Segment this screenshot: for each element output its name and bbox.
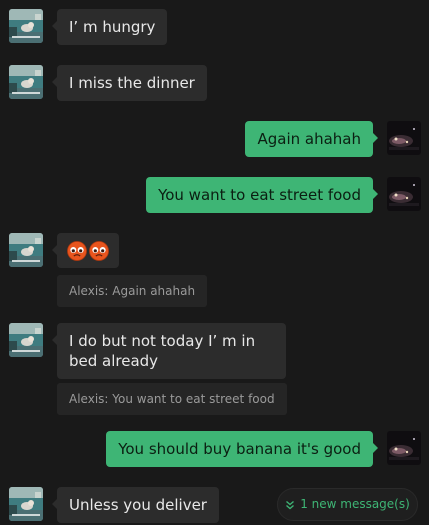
user-photo bbox=[387, 177, 421, 211]
contact-photo bbox=[9, 323, 43, 357]
new-messages-button[interactable]: 1 new message(s) bbox=[277, 488, 418, 521]
message-bubble-incoming[interactable]: I’ m hungry bbox=[51, 9, 168, 45]
avatar[interactable] bbox=[9, 65, 43, 99]
avatar[interactable] bbox=[387, 431, 421, 465]
message-bubble-incoming[interactable]: I miss the dinner bbox=[52, 65, 207, 101]
weary-face-icon bbox=[67, 240, 87, 261]
contact-photo bbox=[9, 487, 43, 521]
avatar[interactable] bbox=[9, 233, 43, 267]
message-text: I’ m hungry bbox=[69, 18, 156, 36]
avatar[interactable] bbox=[9, 9, 43, 43]
message-text: I miss the dinner bbox=[69, 74, 195, 92]
user-photo bbox=[387, 431, 421, 465]
quote-text: Alexis: You want to eat street food bbox=[69, 392, 275, 406]
message-text: I do but not today I’ m in bed already bbox=[69, 332, 256, 370]
user-photo bbox=[387, 121, 421, 155]
new-messages-label: 1 new message(s) bbox=[300, 497, 410, 511]
message-bubble-outgoing[interactable]: Again ahahah bbox=[245, 121, 378, 157]
emoji-group bbox=[67, 240, 109, 261]
avatar[interactable] bbox=[9, 323, 43, 357]
contact-photo bbox=[9, 233, 43, 267]
message-bubble-incoming[interactable] bbox=[52, 233, 119, 268]
contact-photo bbox=[9, 9, 43, 43]
message-text: Unless you deliver bbox=[69, 496, 207, 514]
avatar[interactable] bbox=[9, 487, 43, 521]
message-bubble-incoming[interactable]: I do but not today I’ m in bed already bbox=[52, 323, 286, 379]
double-chevron-down-icon bbox=[286, 500, 295, 509]
message-bubble-outgoing[interactable]: You should buy banana it's good bbox=[106, 431, 378, 467]
avatar[interactable] bbox=[387, 177, 421, 211]
quote-text: Alexis: Again ahahah bbox=[69, 284, 196, 298]
quoted-reply[interactable]: Alexis: Again ahahah bbox=[57, 275, 208, 307]
message-text: You should buy banana it's good bbox=[118, 440, 361, 458]
weary-face-icon bbox=[89, 240, 109, 261]
message-bubble-incoming[interactable]: Unless you deliver bbox=[52, 487, 219, 523]
quoted-reply[interactable]: Alexis: You want to eat street food bbox=[57, 383, 287, 415]
message-text: Again ahahah bbox=[257, 130, 361, 148]
message-text: You want to eat street food bbox=[158, 186, 361, 204]
contact-photo bbox=[9, 65, 43, 99]
message-bubble-outgoing[interactable]: You want to eat street food bbox=[146, 177, 378, 213]
avatar[interactable] bbox=[387, 121, 421, 155]
